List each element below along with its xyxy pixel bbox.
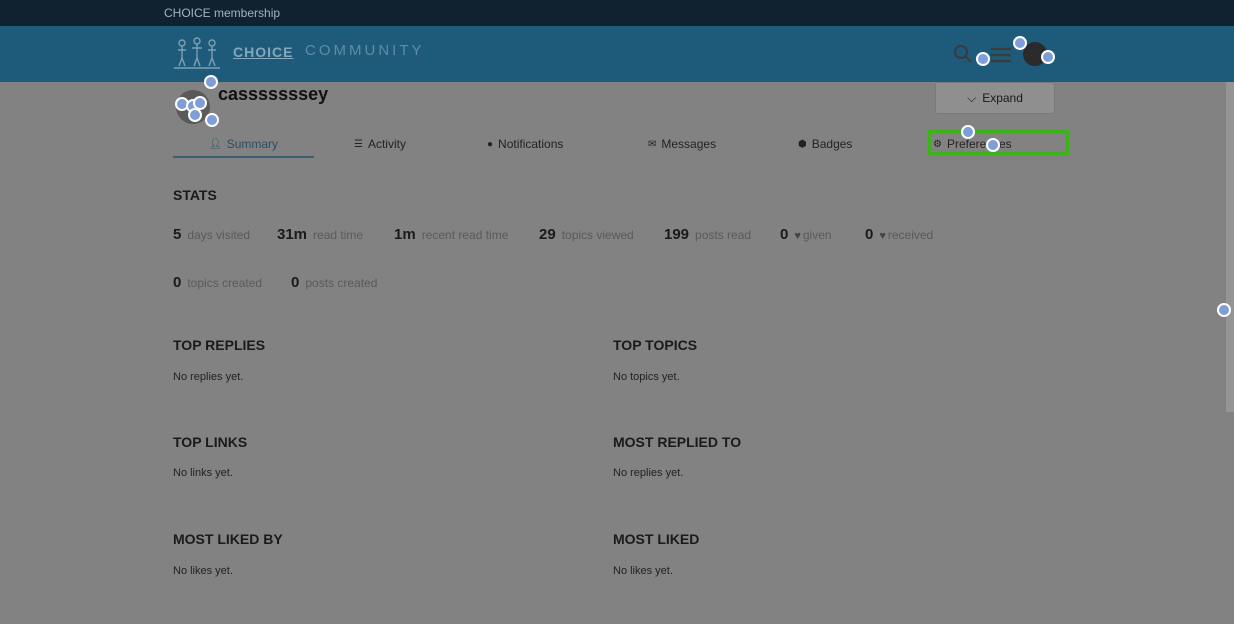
click-marker: [205, 113, 219, 127]
click-marker: [986, 138, 1000, 152]
stat-days-visited: 5 days visited: [173, 226, 251, 243]
tab-messages[interactable]: ✉ Messages: [648, 134, 716, 154]
expand-button[interactable]: ⌵ Expand: [935, 82, 1055, 114]
tab-activity[interactable]: ☰ Activity: [354, 134, 406, 154]
membership-link[interactable]: CHOICE membership: [164, 6, 280, 20]
stat-posts-read: 199 posts read: [664, 226, 752, 243]
stat-posts-created: 0 posts created: [291, 274, 378, 291]
tab-badges[interactable]: ⬢ Badges: [798, 134, 852, 154]
top-topics-title: TOP TOPICS: [613, 337, 698, 353]
top-topics-empty: No topics yet.: [613, 371, 680, 383]
brand-choice-link[interactable]: CHOICE: [233, 44, 293, 60]
top-links-title: TOP LINKS: [173, 434, 248, 450]
heart-icon: ♥: [794, 230, 801, 242]
user-icon: 👤︎: [209, 138, 222, 150]
stat-read-time: 31m read time: [277, 226, 364, 243]
click-marker: [1013, 36, 1027, 50]
tab-summary-label: Summary: [226, 137, 279, 151]
profile-username: casssssssey: [218, 84, 329, 104]
stat-topics-created: 0 topics created: [173, 274, 263, 291]
stats-title: STATS: [173, 187, 217, 203]
heart-icon: ♥: [879, 230, 886, 242]
stat-likes-given: 0 ♥ given: [780, 226, 832, 243]
list-icon: ☰: [354, 138, 363, 150]
click-marker: [1217, 303, 1231, 317]
most-replied-to-empty: No replies yet.: [613, 467, 684, 479]
tab-notifications-label: Notifications: [498, 137, 564, 151]
click-marker: [961, 125, 975, 139]
click-marker: [188, 108, 202, 122]
stat-likes-received: 0 ♥ received: [865, 226, 934, 243]
expand-button-label: Expand: [982, 91, 1023, 105]
tab-badges-label: Badges: [811, 137, 853, 151]
bell-icon: ●: [487, 138, 494, 150]
most-liked-by-title: MOST LIKED BY: [173, 531, 283, 547]
tab-notifications[interactable]: ● Notifications: [487, 134, 563, 154]
hamburger-menu-icon[interactable]: [990, 46, 1012, 64]
stat-topics-viewed: 29 topics viewed: [539, 226, 634, 243]
click-marker: [1041, 50, 1055, 64]
click-marker: [976, 52, 990, 66]
stat-recent-read-time: 1m recent read time: [394, 226, 509, 243]
top-replies-empty: No replies yet.: [173, 371, 244, 383]
search-icon[interactable]: [953, 44, 973, 64]
active-tab-underline: [173, 156, 314, 158]
choice-logo-icon[interactable]: [172, 36, 222, 70]
membership-bar: CHOICE membership: [0, 0, 1234, 26]
double-chevron-down-icon: ⌵: [967, 90, 977, 105]
tab-summary[interactable]: 👤︎ Summary: [209, 134, 278, 154]
badge-icon: ⬢: [798, 138, 807, 150]
top-replies-title: TOP REPLIES: [173, 337, 266, 353]
most-liked-empty: No likes yet.: [613, 565, 673, 577]
vertical-scrollbar[interactable]: [1226, 82, 1234, 412]
envelope-icon: ✉: [648, 138, 657, 150]
most-liked-by-empty: No likes yet.: [173, 565, 233, 577]
most-replied-to-title: MOST REPLIED TO: [613, 434, 742, 450]
tab-messages-label: Messages: [661, 137, 717, 151]
most-liked-title: MOST LIKED: [613, 531, 700, 547]
brand-community-link[interactable]: COMMUNITY: [305, 42, 425, 59]
click-marker: [204, 75, 218, 89]
tab-activity-label: Activity: [367, 137, 406, 151]
top-links-empty: No links yet.: [173, 467, 233, 479]
